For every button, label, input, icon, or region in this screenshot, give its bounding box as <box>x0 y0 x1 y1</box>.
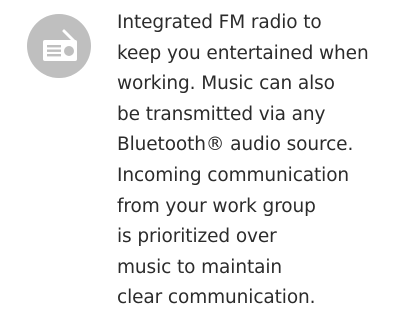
text-line: music to maintain <box>117 256 283 278</box>
text-line: be transmitted via any <box>117 103 326 125</box>
text-line: working. Music can also <box>117 73 335 95</box>
text-line: clear communication. <box>117 287 316 309</box>
feature-block: Integrated FM radio to keep you entertai… <box>0 0 398 333</box>
text-line: from your work group <box>117 195 316 217</box>
text-line: Integrated FM radio to <box>117 12 322 33</box>
text-line: Incoming communication <box>117 164 350 186</box>
text-line: is prioritized over <box>117 226 277 248</box>
radio-icon <box>27 14 91 78</box>
text-line: Bluetooth® audio source. <box>117 134 354 156</box>
text-line: keep you entertained when <box>117 42 369 64</box>
feature-description: Integrated FM radio to keep you entertai… <box>117 8 369 314</box>
